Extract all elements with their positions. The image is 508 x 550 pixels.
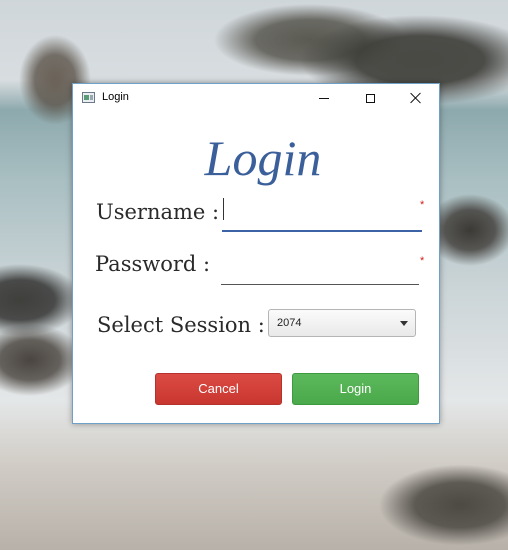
close-button[interactable] xyxy=(393,84,439,112)
username-required-marker: * xyxy=(420,199,425,211)
session-label: Select Session : xyxy=(97,313,265,337)
window-title: Login xyxy=(102,91,129,103)
minimize-icon xyxy=(319,97,329,99)
password-field[interactable] xyxy=(221,254,419,285)
maximize-button[interactable] xyxy=(347,84,393,112)
maximize-icon xyxy=(365,93,375,103)
login-button[interactable]: Login xyxy=(292,373,419,405)
session-select[interactable]: 2074 xyxy=(268,309,416,337)
minimize-button[interactable] xyxy=(301,84,347,112)
login-window: Login Login Username : * Password : * Se… xyxy=(72,83,440,424)
close-icon xyxy=(410,92,422,104)
password-required-marker: * xyxy=(420,255,425,267)
app-window-icon xyxy=(82,92,95,103)
text-cursor xyxy=(223,198,224,220)
username-field[interactable] xyxy=(222,200,422,232)
dropdown-arrow-icon xyxy=(400,321,408,326)
login-heading: Login xyxy=(204,130,322,186)
title-bar[interactable]: Login xyxy=(73,84,439,112)
cancel-button[interactable]: Cancel xyxy=(155,373,282,405)
session-selected-value: 2074 xyxy=(277,317,302,329)
username-label: Username : xyxy=(96,200,220,224)
password-label: Password : xyxy=(95,252,211,276)
